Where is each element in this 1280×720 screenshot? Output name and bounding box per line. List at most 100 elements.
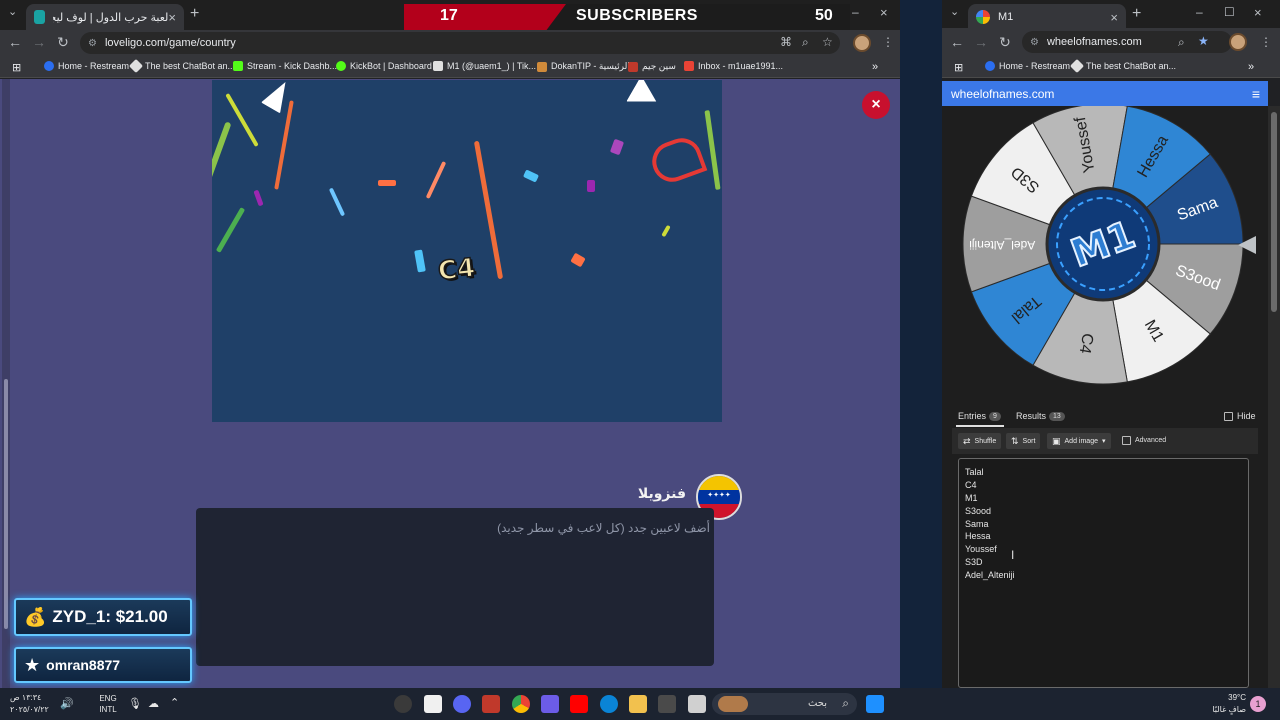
site-info-icon[interactable]: ⚙ bbox=[88, 38, 97, 49]
maximize-icon[interactable]: ☐ bbox=[1224, 5, 1235, 19]
shuffle-icon: ⇄ bbox=[963, 435, 971, 446]
copilot-icon[interactable] bbox=[541, 695, 559, 713]
tab-close-icon[interactable]: × bbox=[1110, 10, 1118, 25]
language-top[interactable]: ENG bbox=[96, 694, 120, 703]
advanced-label: Advanced bbox=[1135, 437, 1167, 444]
forward-icon[interactable]: → bbox=[973, 34, 989, 50]
bookmark-7[interactable]: Inbox - m1uae1991... bbox=[684, 61, 783, 71]
bookmark-6[interactable]: سين جيم bbox=[628, 61, 676, 72]
bookmark-4[interactable]: M1 (@uaem1_) | Tik... bbox=[433, 61, 536, 71]
bookmark-3[interactable]: KickBot | Dashboard bbox=[336, 61, 432, 71]
address-bar[interactable]: ⚙ loveligo.com/game/country bbox=[80, 32, 840, 54]
recording-app-icon[interactable] bbox=[394, 695, 412, 713]
right-scrollbar-thumb[interactable] bbox=[1271, 112, 1277, 312]
taskbar-date[interactable]: ٢٠٢٥/٠٧/٢٢ bbox=[10, 705, 54, 714]
edge-icon[interactable] bbox=[600, 695, 618, 713]
file-explorer-icon[interactable] bbox=[629, 695, 647, 713]
bookmark-star-icon[interactable]: ☆ bbox=[822, 35, 833, 49]
sort-button[interactable]: ⇅ Sort bbox=[1006, 433, 1041, 449]
tray-chevron-icon[interactable]: ⌃ bbox=[170, 696, 179, 709]
left-scrollbar[interactable] bbox=[2, 79, 10, 688]
window-close-icon[interactable]: × bbox=[880, 5, 888, 20]
entries-textarea[interactable]: Talal C4 M1 S3ood Sama Hessa Youssef S3D… bbox=[958, 458, 1249, 688]
profile-avatar[interactable] bbox=[1229, 33, 1247, 51]
menu-kebab-icon[interactable]: ⋮ bbox=[1260, 35, 1272, 49]
tab-game[interactable]: لعبة حرب الدول | لوف ليجو يوفر × bbox=[26, 4, 184, 30]
bookmark-1[interactable]: The best ChatBot an... bbox=[1069, 58, 1177, 74]
close-result-button[interactable]: × bbox=[862, 91, 890, 119]
chrome-icon[interactable] bbox=[512, 695, 530, 713]
site-info-icon[interactable]: ⚙ bbox=[1030, 37, 1039, 48]
voicemeeter-icon[interactable] bbox=[482, 695, 500, 713]
add-image-button[interactable]: ▣ Add image ▾ bbox=[1047, 433, 1111, 449]
tiktok-icon bbox=[433, 61, 443, 71]
reload-icon[interactable]: ↻ bbox=[997, 34, 1013, 51]
left-scrollbar-thumb[interactable] bbox=[4, 379, 8, 629]
taskbar-time[interactable]: ١٣:٣٤ ص bbox=[10, 693, 50, 702]
language-bottom[interactable]: INTL bbox=[96, 705, 120, 714]
tab-wheel[interactable]: M1 × bbox=[968, 4, 1126, 30]
seen-jeem-icon bbox=[628, 61, 638, 72]
chatbot-icon bbox=[1069, 58, 1085, 74]
hide-checkbox-box[interactable] bbox=[1224, 411, 1233, 421]
advanced-checkbox[interactable]: Advanced bbox=[1122, 436, 1166, 445]
tab-title: M1 bbox=[998, 11, 1014, 23]
right-scrollbar[interactable] bbox=[1268, 106, 1280, 688]
capcut-icon[interactable] bbox=[424, 695, 442, 713]
address-url: wheelofnames.com bbox=[1046, 36, 1142, 48]
window-close-icon[interactable]: × bbox=[1254, 5, 1262, 20]
minimize-icon[interactable]: – bbox=[852, 5, 859, 19]
apps-grid-icon[interactable]: ⊞ bbox=[12, 61, 21, 74]
left-browser-window: ⌄ لعبة حرب الدول | لوف ليجو يوفر × + – ×… bbox=[0, 0, 900, 688]
name-wheel[interactable]: SamaS3oodM1C4TalalAdel_AltenijiS3DYousse… bbox=[960, 106, 1250, 396]
profile-avatar[interactable] bbox=[853, 34, 871, 52]
more-bookmarks-icon[interactable]: » bbox=[1248, 61, 1254, 73]
zoom-icon[interactable]: ⌕ bbox=[802, 35, 809, 50]
reload-icon[interactable]: ↻ bbox=[55, 34, 71, 51]
site-title[interactable]: wheelofnames.com bbox=[951, 87, 1054, 101]
bookmark-label: The best ChatBot an... bbox=[145, 61, 236, 71]
taskbar-search[interactable]: بحث ⌕ bbox=[712, 693, 857, 715]
desktop-app-icon[interactable] bbox=[688, 695, 706, 713]
bookmark-1[interactable]: The best ChatBot an... bbox=[128, 58, 236, 74]
tab-entries[interactable]: Entries 9 bbox=[958, 411, 1001, 421]
tab-results[interactable]: Results 13 bbox=[1016, 411, 1065, 421]
bookmark-0[interactable]: Home - Restream bbox=[985, 61, 1070, 71]
menu-kebab-icon[interactable]: ⋮ bbox=[882, 35, 894, 49]
microphone-icon[interactable]: 🎙 bbox=[128, 697, 142, 710]
store-icon[interactable] bbox=[658, 695, 676, 713]
translate-icon[interactable]: ⌘ bbox=[780, 35, 792, 49]
bookmark-2[interactable]: Stream - Kick Dashb... bbox=[233, 61, 337, 71]
hamburger-menu-icon[interactable]: ≡ bbox=[1252, 86, 1260, 102]
notification-badge[interactable]: 1 bbox=[1250, 696, 1266, 712]
bookmark-5[interactable]: DokanTIP - الرئيسية bbox=[537, 61, 630, 72]
tab-search-icon[interactable]: ⌄ bbox=[8, 5, 17, 18]
bookmark-0[interactable]: Home - Restream bbox=[44, 61, 129, 71]
onedrive-icon[interactable]: ☁ bbox=[148, 697, 159, 710]
sort-icon: ⇅ bbox=[1011, 435, 1019, 446]
windows-start-icon[interactable] bbox=[866, 695, 884, 713]
back-icon[interactable]: ← bbox=[7, 34, 23, 50]
bookmark-label: The best ChatBot an... bbox=[1086, 61, 1177, 71]
youtube-icon[interactable] bbox=[570, 695, 588, 713]
shuffle-button[interactable]: ⇄ Shuffle bbox=[958, 433, 1002, 449]
discord-icon[interactable] bbox=[453, 695, 471, 713]
forward-icon[interactable]: → bbox=[31, 34, 47, 50]
entry-line: Adel_Alteniji bbox=[965, 570, 1015, 581]
new-tab-icon[interactable]: + bbox=[1132, 5, 1141, 23]
back-icon[interactable]: ← bbox=[949, 34, 965, 50]
zoom-icon[interactable]: ⌕ bbox=[1178, 35, 1185, 50]
follower-text: omran8877 bbox=[46, 657, 121, 673]
tab-search-icon[interactable]: ⌄ bbox=[950, 5, 959, 18]
hide-checkbox[interactable]: Hide bbox=[1224, 411, 1256, 421]
advanced-checkbox-box[interactable] bbox=[1122, 436, 1131, 445]
minimize-icon[interactable]: – bbox=[1196, 5, 1203, 19]
weather-temp[interactable]: 39°C bbox=[1206, 693, 1246, 702]
bookmark-star-icon[interactable]: ★ bbox=[1198, 34, 1209, 48]
new-tab-icon[interactable]: + bbox=[190, 5, 199, 23]
tab-close-icon[interactable]: × bbox=[168, 10, 176, 25]
apps-grid-icon[interactable]: ⊞ bbox=[954, 61, 963, 74]
weather-condition[interactable]: صافٍ غالبًا bbox=[1196, 705, 1246, 714]
more-bookmarks-icon[interactable]: » bbox=[872, 61, 878, 73]
volume-icon[interactable]: 🔊 bbox=[60, 697, 74, 710]
